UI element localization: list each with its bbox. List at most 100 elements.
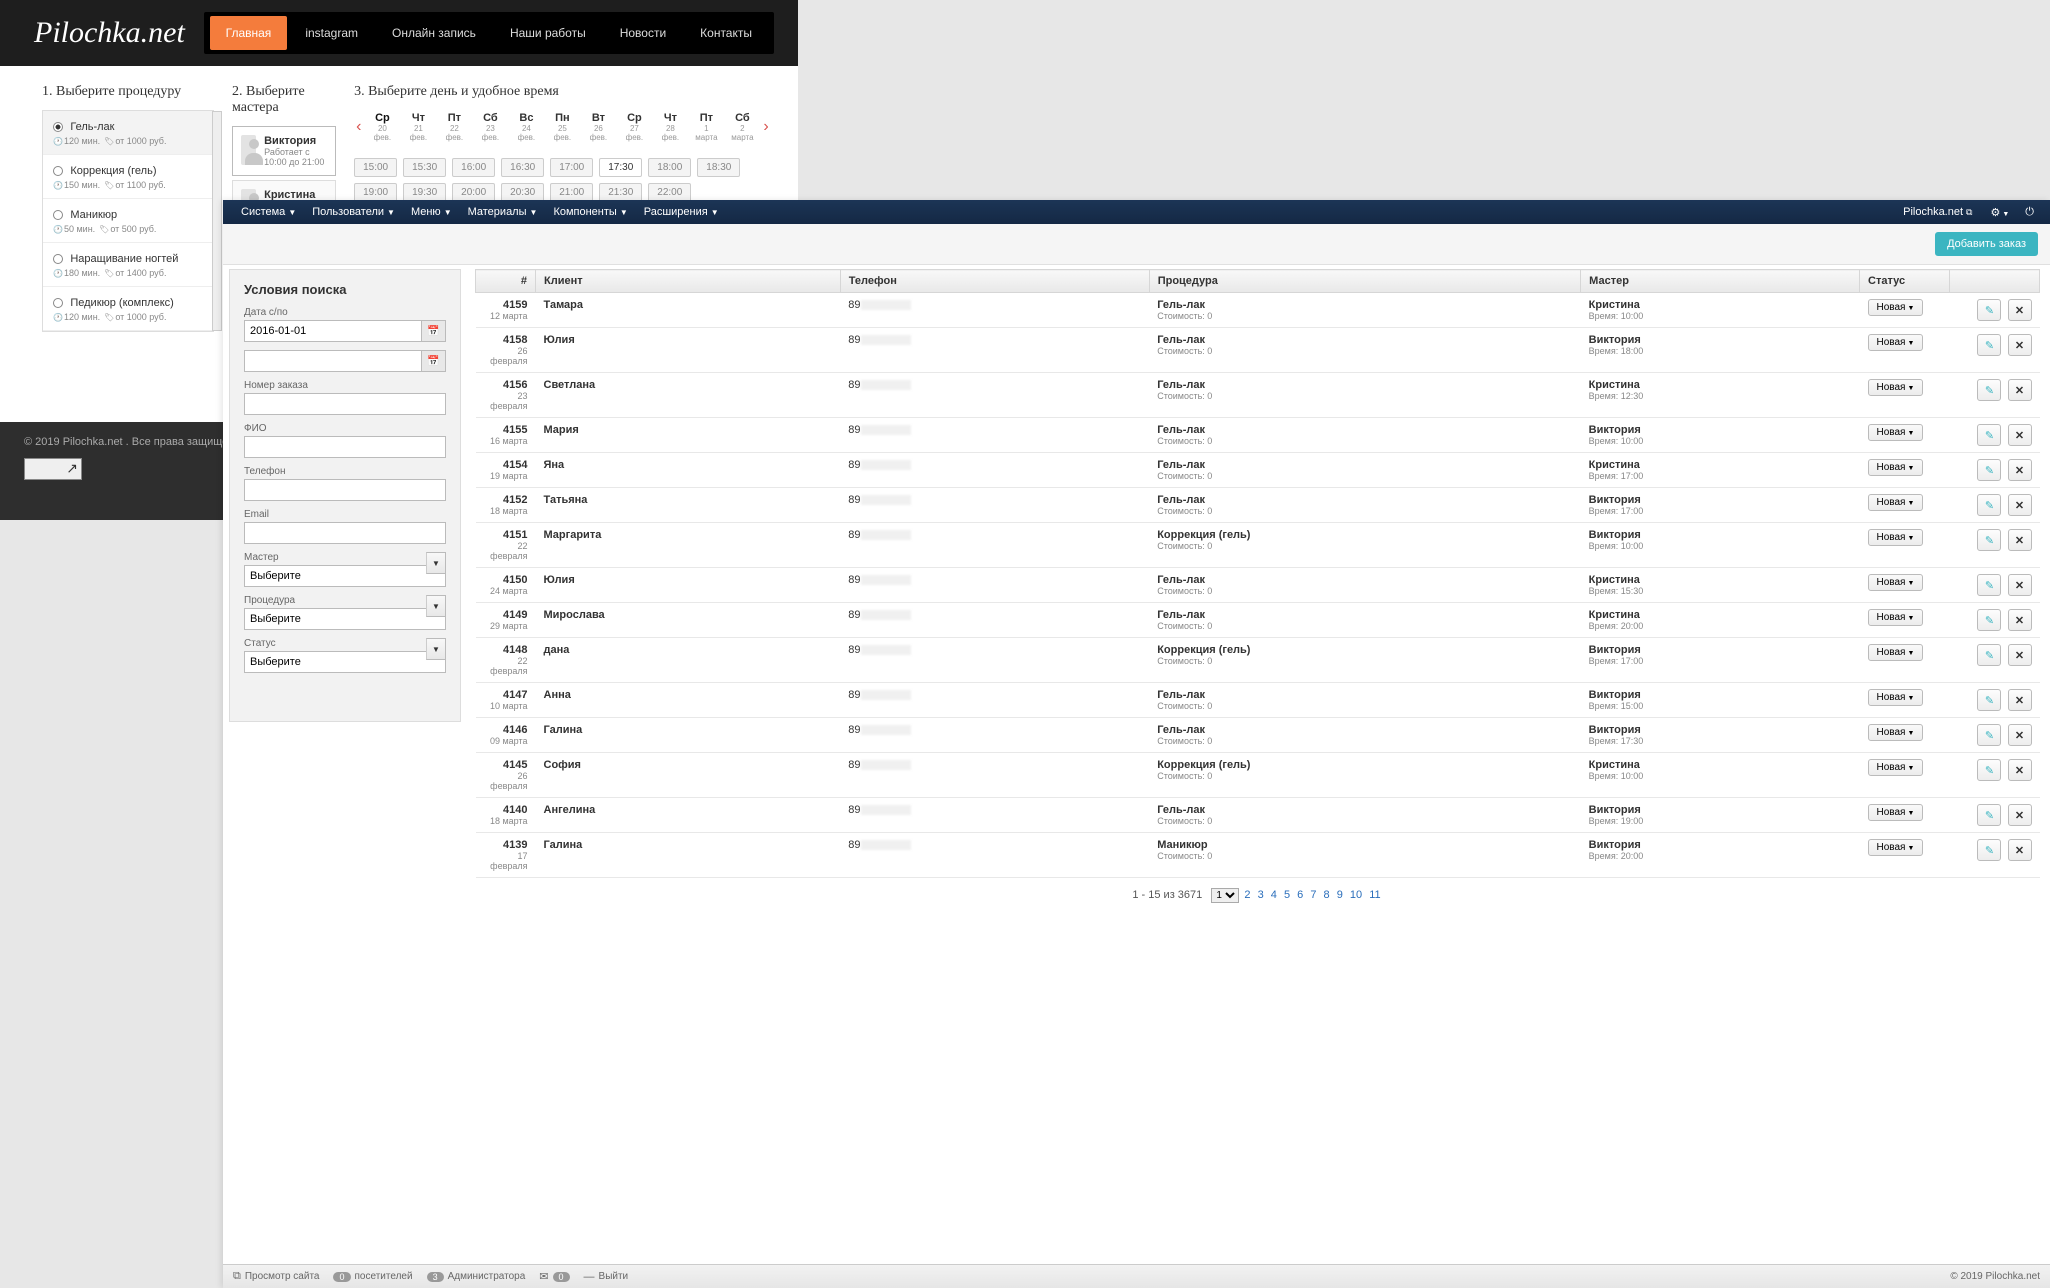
delete-icon[interactable]: ✕ bbox=[2008, 644, 2032, 666]
status-dropdown[interactable]: Новая▼ bbox=[1868, 494, 1924, 511]
menu-item[interactable]: Система▼ bbox=[233, 202, 304, 222]
col-master[interactable]: Мастер bbox=[1581, 270, 1860, 293]
page-link[interactable]: 10 bbox=[1350, 889, 1362, 901]
day-cell[interactable]: Сб2 марта bbox=[725, 110, 759, 144]
time-slot[interactable]: 18:00 bbox=[648, 158, 691, 177]
time-slot[interactable]: 16:00 bbox=[452, 158, 495, 177]
nav-item[interactable]: Главная bbox=[210, 16, 288, 50]
prev-week-icon[interactable]: ‹ bbox=[354, 118, 363, 136]
col-status[interactable]: Статус bbox=[1860, 270, 1950, 293]
page-link[interactable]: 6 bbox=[1297, 889, 1303, 901]
status-dropdown[interactable]: Новая▼ bbox=[1868, 804, 1924, 821]
delete-icon[interactable]: ✕ bbox=[2008, 689, 2032, 711]
view-site-link[interactable]: ⧉Просмотр сайта bbox=[233, 1270, 319, 1283]
chevron-down-icon[interactable]: ▼ bbox=[426, 552, 446, 574]
status-dropdown[interactable]: Новая▼ bbox=[1868, 529, 1924, 546]
page-link[interactable]: 7 bbox=[1310, 889, 1316, 901]
edit-icon[interactable]: ✎ bbox=[1977, 459, 2001, 481]
procedure-item[interactable]: Гель-лак 120 мин.от 1000 руб. bbox=[43, 111, 214, 155]
delete-icon[interactable]: ✕ bbox=[2008, 424, 2032, 446]
delete-icon[interactable]: ✕ bbox=[2008, 459, 2032, 481]
col-procedure[interactable]: Процедура bbox=[1149, 270, 1580, 293]
menu-item[interactable]: Материалы▼ bbox=[460, 202, 546, 222]
col-phone[interactable]: Телефон bbox=[840, 270, 1149, 293]
edit-icon[interactable]: ✎ bbox=[1977, 574, 2001, 596]
page-link[interactable]: 11 bbox=[1369, 889, 1380, 901]
master-card[interactable]: ВикторияРаботает с 10:00 до 21:00 bbox=[232, 126, 336, 176]
day-cell[interactable]: Пн25 фев. bbox=[545, 110, 579, 144]
time-slot[interactable]: 16:30 bbox=[501, 158, 544, 177]
procedure-select[interactable] bbox=[244, 608, 446, 630]
page-link[interactable]: 9 bbox=[1337, 889, 1343, 901]
delete-icon[interactable]: ✕ bbox=[2008, 334, 2032, 356]
calendar-icon[interactable]: 📅 bbox=[422, 320, 446, 342]
menu-item[interactable]: Компоненты▼ bbox=[545, 202, 635, 222]
master-select[interactable] bbox=[244, 565, 446, 587]
edit-icon[interactable]: ✎ bbox=[1977, 529, 2001, 551]
time-slot[interactable]: 17:30 bbox=[599, 158, 642, 177]
date-from-input[interactable] bbox=[244, 320, 422, 342]
nav-item[interactable]: Онлайн запись bbox=[376, 16, 492, 50]
menu-item[interactable]: Пользователи▼ bbox=[304, 202, 403, 222]
edit-icon[interactable]: ✎ bbox=[1977, 609, 2001, 631]
day-cell[interactable]: Вт26 фев. bbox=[581, 110, 615, 144]
procedure-item[interactable]: Коррекция (гель) 150 мин.от 1100 руб. bbox=[43, 155, 214, 199]
col-client[interactable]: Клиент bbox=[536, 270, 841, 293]
status-dropdown[interactable]: Новая▼ bbox=[1868, 839, 1924, 856]
page-link[interactable]: 8 bbox=[1324, 889, 1330, 901]
time-slot[interactable]: 17:00 bbox=[550, 158, 593, 177]
time-slot[interactable]: 15:30 bbox=[403, 158, 446, 177]
edit-icon[interactable]: ✎ bbox=[1977, 334, 2001, 356]
page-link[interactable]: 5 bbox=[1284, 889, 1290, 901]
procedure-item[interactable]: Педикюр (комплекс) 120 мин.от 1000 руб. bbox=[43, 287, 214, 331]
delete-icon[interactable]: ✕ bbox=[2008, 299, 2032, 321]
logout-link[interactable]: —Выйти bbox=[584, 1271, 629, 1283]
edit-icon[interactable]: ✎ bbox=[1977, 644, 2001, 666]
status-select[interactable] bbox=[244, 651, 446, 673]
status-dropdown[interactable]: Новая▼ bbox=[1868, 759, 1924, 776]
day-cell[interactable]: Сб23 фев. bbox=[473, 110, 507, 144]
nav-item[interactable]: Контакты bbox=[684, 16, 768, 50]
day-cell[interactable]: Ср27 фев. bbox=[617, 110, 651, 144]
delete-icon[interactable]: ✕ bbox=[2008, 574, 2032, 596]
status-dropdown[interactable]: Новая▼ bbox=[1868, 574, 1924, 591]
menu-item[interactable]: Расширения▼ bbox=[636, 202, 727, 222]
site-link[interactable]: Pilochka.net ⧉ bbox=[1895, 202, 1980, 222]
nav-item[interactable]: instagram bbox=[289, 16, 374, 50]
status-dropdown[interactable]: Новая▼ bbox=[1868, 689, 1924, 706]
status-dropdown[interactable]: Новая▼ bbox=[1868, 334, 1924, 351]
email-input[interactable] bbox=[244, 522, 446, 544]
procedure-item[interactable]: Маникюр 50 мин.от 500 руб. bbox=[43, 199, 214, 243]
delete-icon[interactable]: ✕ bbox=[2008, 529, 2032, 551]
col-id[interactable]: # bbox=[476, 270, 536, 293]
time-slot[interactable]: 18:30 bbox=[697, 158, 740, 177]
status-dropdown[interactable]: Новая▼ bbox=[1868, 299, 1924, 316]
power-icon[interactable]: ⏻ bbox=[2019, 206, 2040, 219]
edit-icon[interactable]: ✎ bbox=[1977, 494, 2001, 516]
add-order-button[interactable]: Добавить заказ bbox=[1935, 232, 2038, 256]
pager-current-select[interactable]: 1 bbox=[1211, 888, 1239, 903]
procedure-item[interactable]: Наращивание ногтей 180 мин.от 1400 руб. bbox=[43, 243, 214, 287]
phone-input[interactable] bbox=[244, 479, 446, 501]
edit-icon[interactable]: ✎ bbox=[1977, 839, 2001, 861]
edit-icon[interactable]: ✎ bbox=[1977, 689, 2001, 711]
delete-icon[interactable]: ✕ bbox=[2008, 804, 2032, 826]
day-cell[interactable]: Пт1 марта bbox=[689, 110, 723, 144]
edit-icon[interactable]: ✎ bbox=[1977, 804, 2001, 826]
nav-item[interactable]: Новости bbox=[604, 16, 682, 50]
date-to-input[interactable] bbox=[244, 350, 422, 372]
time-slot[interactable]: 15:00 bbox=[354, 158, 397, 177]
calendar-icon[interactable]: 📅 bbox=[422, 350, 446, 372]
day-cell[interactable]: Пт22 фев. bbox=[437, 110, 471, 144]
page-link[interactable]: 2 bbox=[1244, 889, 1250, 901]
day-cell[interactable]: Чт28 фев. bbox=[653, 110, 687, 144]
day-cell[interactable]: Вс24 фев. bbox=[509, 110, 543, 144]
delete-icon[interactable]: ✕ bbox=[2008, 759, 2032, 781]
status-dropdown[interactable]: Новая▼ bbox=[1868, 609, 1924, 626]
delete-icon[interactable]: ✕ bbox=[2008, 609, 2032, 631]
status-dropdown[interactable]: Новая▼ bbox=[1868, 644, 1924, 661]
edit-icon[interactable]: ✎ bbox=[1977, 724, 2001, 746]
day-cell[interactable]: Чт21 фев. bbox=[401, 110, 435, 144]
delete-icon[interactable]: ✕ bbox=[2008, 724, 2032, 746]
status-dropdown[interactable]: Новая▼ bbox=[1868, 424, 1924, 441]
